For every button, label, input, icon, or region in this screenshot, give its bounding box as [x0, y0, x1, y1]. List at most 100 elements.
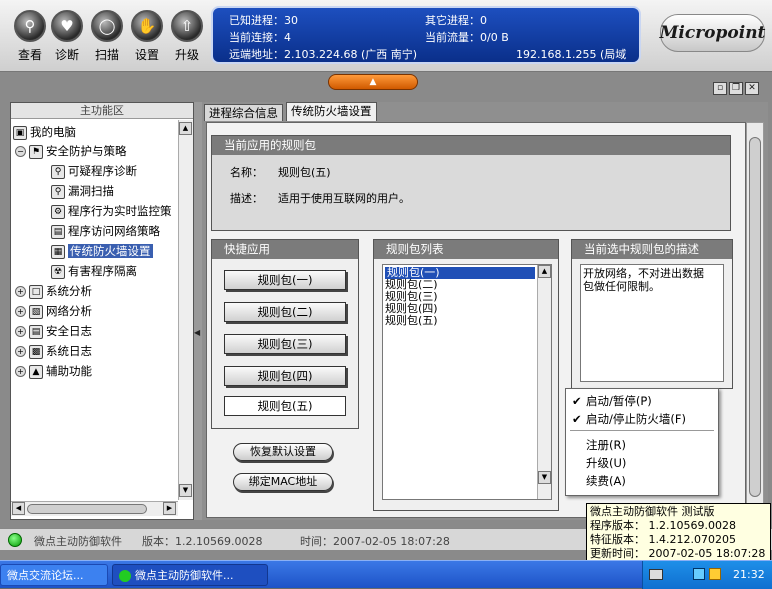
menu-item-label: 注册(R): [586, 438, 626, 452]
tree-item-network-policy[interactable]: ▤ 程序访问网络策略: [51, 222, 160, 241]
network-icon[interactable]: [693, 568, 705, 580]
tree-item-quarantine[interactable]: ☢ 有害程序隔离: [51, 262, 137, 281]
expand-icon[interactable]: +: [15, 346, 26, 357]
status-app-name: 微点主动防御软件: [34, 535, 122, 548]
tooltip-line: 程序版本： 1.2.10569.0028: [590, 519, 736, 532]
scan-button-label: 扫描: [94, 48, 119, 62]
menu-item-upgrade[interactable]: 升级(U): [566, 454, 718, 472]
collapse-toggle[interactable]: ▲: [328, 74, 418, 90]
panel-splitter[interactable]: ◀: [194, 102, 202, 520]
tree-item-vuln-scan[interactable]: ⚲ 漏洞扫描: [51, 182, 114, 201]
menu-separator: [570, 430, 714, 431]
expand-icon[interactable]: +: [15, 286, 26, 297]
tree-item-label: 辅助功能: [46, 364, 92, 378]
network-policy-icon: ▤: [51, 224, 65, 239]
menu-item-label: 续费(A): [586, 474, 626, 488]
tree-item-suspicious-diagnose[interactable]: ⚲ 可疑程序诊断: [51, 162, 137, 181]
menu-item-firewall-toggle[interactable]: ✔ 启动/停止防火墙(F): [566, 410, 718, 428]
restore-default-button[interactable]: 恢复默认设置: [233, 443, 333, 461]
rule-desc-title: 当前选中规则包的描述: [572, 240, 732, 259]
scroll-down-icon[interactable]: ▼: [538, 471, 551, 484]
tree-item-system-log[interactable]: + ▩ 系统日志: [15, 342, 92, 361]
scroll-up-icon[interactable]: ▲: [538, 265, 551, 278]
restore-icon[interactable]: ❐: [729, 82, 743, 95]
tree-item-label: 系统日志: [46, 344, 92, 358]
diagnose-button[interactable]: ♥ 诊断: [48, 10, 86, 63]
taskbar-item-micropoint[interactable]: 微点主动防御软件...: [112, 564, 268, 586]
rule-list-item[interactable]: 规则包(五): [385, 315, 438, 327]
rule-listbox[interactable]: 规则包(一) 规则包(二) 规则包(三) 规则包(四) 规则包(五) ▲ ▼: [382, 264, 552, 500]
expand-icon[interactable]: +: [15, 326, 26, 337]
minimize-icon[interactable]: ▫: [713, 82, 727, 95]
system-tray: 21:32: [642, 561, 772, 589]
tab-firewall-settings[interactable]: 传统防火墙设置: [286, 102, 377, 121]
tree-item-label: 网络分析: [46, 304, 92, 318]
tree-item-network-analysis[interactable]: + ▧ 网络分析: [15, 302, 92, 321]
window-controls: ▫ ❐ ✕: [713, 82, 759, 96]
rule-desc-box: 开放网络，不对进出数据 包做任何限制。: [580, 264, 724, 382]
tree-item-behavior-monitor[interactable]: ⚙ 程序行为实时监控策: [51, 202, 172, 221]
other-process-count: 其它进程：0: [425, 14, 487, 27]
tree-item-system-analysis[interactable]: + □ 系统分析: [15, 282, 92, 301]
menu-item-renew[interactable]: 续费(A): [566, 472, 718, 490]
upgrade-button[interactable]: ⇧ 升级: [168, 10, 206, 63]
rule-list-scrollbar[interactable]: ▲ ▼: [537, 265, 551, 499]
security-shield-icon[interactable]: [709, 568, 721, 580]
view-button[interactable]: ⚲ 查看: [11, 10, 49, 63]
bind-mac-button[interactable]: 绑定MAC地址: [233, 473, 333, 491]
network-analysis-icon: ▧: [29, 304, 43, 319]
function-tree: ▣ 我的电脑 − ⚑ 安全防护与策略 ⚲ 可疑程序诊断 ⚲ 漏洞扫描 ⚙ 程序行为实时监控策…: [11, 120, 178, 500]
status-ok-icon: [8, 533, 22, 547]
quick-rule-1-button[interactable]: 规则包(一): [224, 270, 346, 290]
tree-item-firewall[interactable]: ▦ 传统防火墙设置: [51, 242, 153, 261]
scroll-up-icon[interactable]: ▲: [179, 122, 192, 135]
tree-item-label: 可疑程序诊断: [68, 164, 137, 178]
settings-button-label: 设置: [134, 48, 159, 62]
menu-item-label: 启动/停止防火墙(F): [586, 412, 686, 426]
expand-icon[interactable]: +: [15, 306, 26, 317]
close-icon[interactable]: ✕: [745, 82, 759, 95]
tree-item-my-computer[interactable]: ▣ 我的电脑: [13, 123, 76, 142]
scroll-left-icon[interactable]: ◀: [12, 502, 25, 515]
expand-icon[interactable]: +: [15, 366, 26, 377]
known-process-count: 已知进程：30: [229, 14, 298, 27]
network-info-panel: 已知进程：30 其它进程：0 当前连接：4 当前流量：0/0 B 远端地址：2.…: [211, 6, 641, 64]
tab-process-info[interactable]: 进程综合信息: [204, 104, 283, 121]
tree-item-security-log[interactable]: + ▤ 安全日志: [15, 322, 92, 341]
diagnose-icon: ⚲: [51, 164, 65, 179]
shield-icon: ⚑: [29, 144, 43, 159]
collapse-icon[interactable]: −: [15, 146, 26, 157]
scroll-right-icon[interactable]: ▶: [163, 502, 176, 515]
current-connections: 当前连接：4: [229, 31, 291, 44]
check-icon: ✔: [572, 412, 582, 426]
menu-item-pause[interactable]: ✔ 启动/暂停(P): [566, 392, 718, 410]
quick-rule-5-button[interactable]: 规则包(五): [224, 396, 346, 416]
upgrade-button-label: 升级: [174, 48, 199, 62]
system-analysis-icon: □: [29, 284, 43, 299]
settings-button[interactable]: ✋ 设置: [128, 10, 166, 63]
main-toolbar: ⚲ 查看 ♥ 诊断 ◯ 扫描 ✋ 设置 ⇧ 升级 已知进程：30 其它进程：0 …: [0, 0, 772, 72]
menu-item-label: 启动/暂停(P): [586, 394, 652, 408]
security-log-icon: ▤: [29, 324, 43, 339]
quick-apply-title: 快捷应用: [212, 240, 358, 259]
keyboard-icon[interactable]: [649, 569, 663, 580]
quick-rule-2-button[interactable]: 规则包(二): [224, 302, 346, 322]
horizontal-scroll-thumb[interactable]: [27, 504, 147, 514]
scroll-down-icon[interactable]: ▼: [179, 484, 192, 497]
vertical-scroll-thumb[interactable]: [749, 137, 761, 497]
quick-rule-3-button[interactable]: 规则包(三): [224, 334, 346, 354]
tree-item-tools[interactable]: + ▲ 辅助功能: [15, 362, 92, 381]
tooltip-line: 特征版本： 1.4.212.070205: [590, 533, 736, 546]
scan-button[interactable]: ◯ 扫描: [88, 10, 126, 63]
tree-vertical-scrollbar[interactable]: ▲ ▼: [178, 120, 193, 500]
tree-item-label: 传统防火墙设置: [68, 244, 153, 258]
taskbar-item-forum[interactable]: 微点交流论坛...: [0, 564, 108, 586]
tooltip-line: 微点主动防御软件 测试版: [590, 505, 715, 518]
tree-horizontal-scrollbar[interactable]: ◀ ▶: [11, 501, 178, 516]
menu-item-register[interactable]: 注册(R): [566, 436, 718, 454]
quick-rule-4-button[interactable]: 规则包(四): [224, 366, 346, 386]
rule-desc-section: 当前选中规则包的描述 开放网络，不对进出数据 包做任何限制。: [571, 239, 733, 389]
function-panel-title: 主功能区: [11, 103, 193, 119]
tree-item-security[interactable]: − ⚑ 安全防护与策略: [15, 142, 127, 161]
main-vertical-scrollbar[interactable]: [746, 122, 764, 518]
